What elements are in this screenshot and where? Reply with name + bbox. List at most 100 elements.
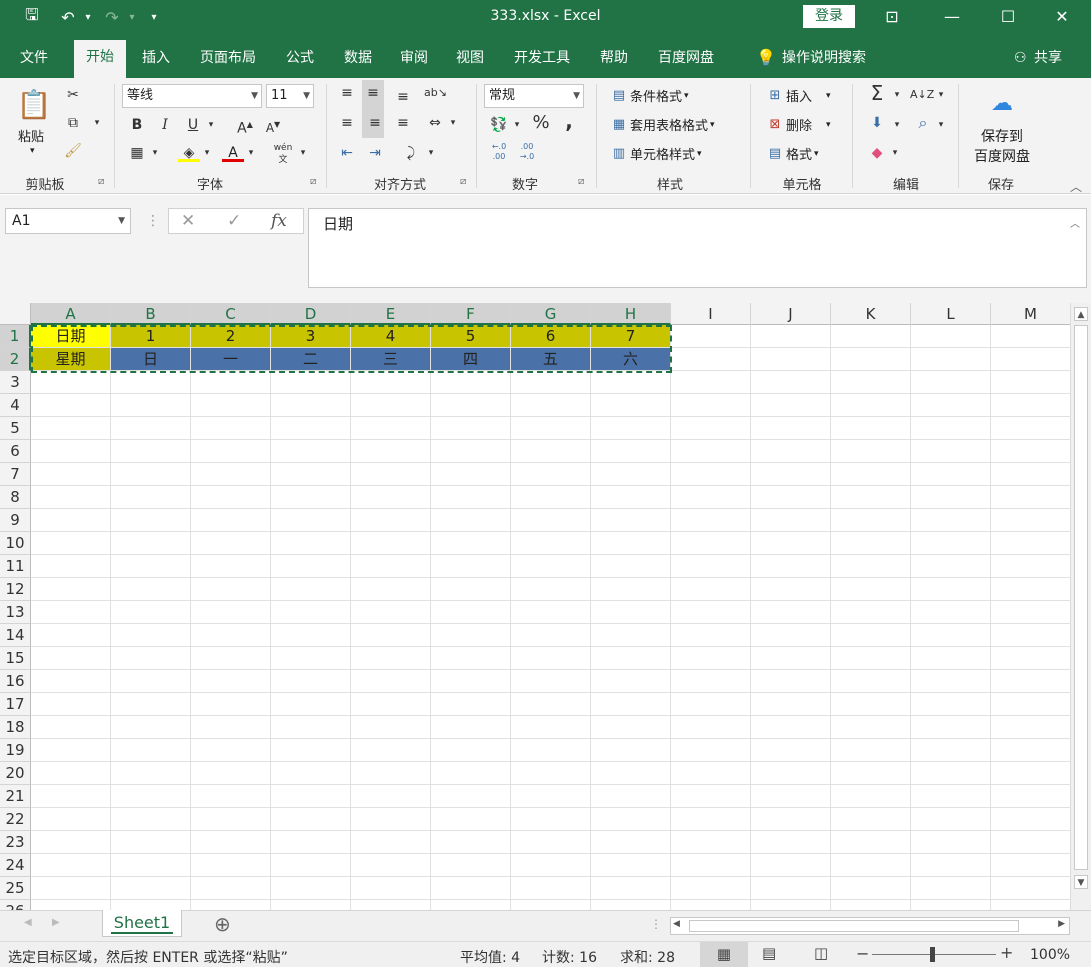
column-header-i[interactable]: I — [671, 303, 751, 325]
number-format-combo[interactable]: 常规 ▼ — [484, 84, 584, 108]
conditional-formatting-button[interactable]: ▤ 条件格式 ▾ — [608, 86, 689, 105]
collapse-ribbon-icon[interactable]: ︿ — [1070, 178, 1082, 195]
tab-formulas[interactable]: 公式 — [278, 44, 322, 78]
tab-home[interactable]: 开始 — [74, 40, 126, 78]
row-header-9[interactable]: 9 — [0, 509, 31, 532]
column-header-m[interactable]: M — [991, 303, 1070, 325]
drag-handle-icon[interactable]: ⋮ — [146, 213, 160, 229]
underline-dropdown-icon[interactable]: ▾ — [204, 114, 218, 136]
row-header-26[interactable]: 26 — [0, 900, 31, 910]
borders-icon[interactable]: ▦ — [126, 142, 148, 164]
status-count[interactable]: 计数: 16 — [542, 947, 597, 967]
normal-view-icon[interactable]: ▦ — [700, 942, 748, 967]
row-header-17[interactable]: 17 — [0, 693, 31, 716]
tab-developer[interactable]: 开发工具 — [506, 44, 578, 78]
formula-input[interactable]: 日期 — [308, 208, 1087, 288]
tab-split-handle-icon[interactable]: ⋮ — [650, 917, 662, 931]
row-header-3[interactable]: 3 — [0, 371, 31, 394]
worksheet-grid[interactable]: A B C D E F G H I J K L M 1 2 3 4 5 6 7 8 9 10 11 12 13 14 15 16 17 18… — [0, 303, 1070, 910]
font-color-dropdown-icon[interactable]: ▾ — [244, 142, 258, 164]
status-sum[interactable]: 求和: 28 — [620, 947, 675, 967]
row-header-2[interactable]: 2 — [0, 348, 31, 371]
ribbon-display-options-icon[interactable]: ⊡ — [872, 4, 912, 30]
accounting-format-icon[interactable]: 💱 — [488, 114, 510, 136]
cell-a2[interactable]: 星期 — [31, 348, 110, 370]
row-header-8[interactable]: 8 — [0, 486, 31, 509]
cut-icon[interactable]: ✂ — [62, 84, 84, 106]
increase-indent-icon[interactable]: ⇥ — [364, 142, 386, 164]
shrink-font-button[interactable]: A▼ — [262, 114, 284, 136]
row-header-14[interactable]: 14 — [0, 624, 31, 647]
cell-g2[interactable]: 五 — [511, 348, 590, 370]
row-header-20[interactable]: 20 — [0, 762, 31, 785]
clear-icon[interactable]: ◆ — [866, 142, 888, 164]
row-header-21[interactable]: 21 — [0, 785, 31, 808]
scroll-right-icon[interactable]: ▶ — [1058, 919, 1065, 929]
tab-insert[interactable]: 插入 — [134, 44, 178, 78]
column-header-e[interactable]: E — [351, 303, 431, 325]
column-header-g[interactable]: G — [511, 303, 591, 325]
tab-page-layout[interactable]: 页面布局 — [192, 44, 264, 78]
scroll-down-icon[interactable]: ▼ — [1074, 875, 1088, 889]
font-name-combo[interactable]: 等线 ▼ — [122, 84, 262, 108]
add-sheet-icon[interactable]: ⊕ — [214, 912, 231, 936]
zoom-in-icon[interactable]: + — [1000, 943, 1013, 962]
fill-color-icon[interactable]: ◈ — [178, 142, 200, 162]
paste-dropdown-icon[interactable]: ▾ — [30, 146, 35, 156]
column-header-k[interactable]: K — [831, 303, 911, 325]
column-header-b[interactable]: B — [111, 303, 191, 325]
fill-color-dropdown-icon[interactable]: ▾ — [200, 142, 214, 164]
zoom-level[interactable]: 100% — [1030, 947, 1070, 963]
minimize-button[interactable]: — — [932, 4, 972, 30]
cell-styles-button[interactable]: ▥ 单元格样式 ▾ — [608, 144, 702, 163]
align-top-icon[interactable]: ≡ — [336, 82, 358, 104]
align-center-icon[interactable]: ≡ — [364, 112, 386, 134]
cell-b2[interactable]: 日 — [111, 348, 190, 370]
fill-icon[interactable]: ⬇ — [866, 112, 888, 134]
scroll-left-icon[interactable]: ◀ — [673, 919, 680, 929]
borders-dropdown-icon[interactable]: ▾ — [148, 142, 162, 164]
cell-d2[interactable]: 二 — [271, 348, 350, 370]
cancel-icon[interactable]: ✕ — [181, 211, 195, 231]
tab-view[interactable]: 视图 — [448, 44, 492, 78]
accounting-dropdown-icon[interactable]: ▾ — [510, 114, 524, 136]
zoom-slider-handle[interactable] — [930, 947, 935, 962]
autosum-dropdown-icon[interactable]: ▾ — [890, 84, 904, 106]
cell-c1[interactable]: 2 — [191, 325, 270, 347]
horizontal-scrollbar[interactable]: ◀ ▶ — [670, 917, 1070, 935]
row-header-10[interactable]: 10 — [0, 532, 31, 555]
cell-a1[interactable]: 日期 — [31, 325, 110, 347]
delete-cells-button[interactable]: ⊠ 删除 ▾ — [764, 115, 831, 134]
format-as-table-button[interactable]: ▦ 套用表格格式 ▾ — [608, 115, 715, 134]
column-header-d[interactable]: D — [271, 303, 351, 325]
italic-button[interactable]: I — [154, 114, 176, 136]
row-header-16[interactable]: 16 — [0, 670, 31, 693]
tab-data[interactable]: 数据 — [336, 44, 380, 78]
bold-button[interactable]: B — [126, 114, 148, 136]
copy-icon[interactable]: ⧉ — [62, 112, 84, 134]
wrap-text-dropdown-icon[interactable]: ▾ — [424, 142, 438, 164]
alignment-launcher-icon[interactable]: ⧄ — [460, 176, 466, 187]
clipboard-launcher-icon[interactable]: ⧄ — [98, 176, 104, 187]
align-right-icon[interactable]: ≡ — [392, 112, 414, 134]
fill-dropdown-icon[interactable]: ▾ — [890, 114, 904, 136]
insert-function-icon[interactable]: fx — [271, 211, 287, 231]
merge-dropdown-icon[interactable]: ▾ — [446, 112, 460, 134]
save-to-label[interactable]: 保存到 — [972, 126, 1032, 146]
column-header-h[interactable]: H — [591, 303, 671, 325]
cell-d1[interactable]: 3 — [271, 325, 350, 347]
decrease-indent-icon[interactable]: ⇤ — [336, 142, 358, 164]
login-button[interactable]: 登录 — [803, 5, 855, 28]
cell-f1[interactable]: 5 — [431, 325, 510, 347]
cell-f2[interactable]: 四 — [431, 348, 510, 370]
cell-e2[interactable]: 三 — [351, 348, 430, 370]
find-select-icon[interactable]: ⌕ — [912, 112, 934, 134]
tab-help[interactable]: 帮助 — [592, 44, 636, 78]
scroll-up-icon[interactable]: ▲ — [1074, 307, 1088, 321]
row-header-5[interactable]: 5 — [0, 417, 31, 440]
share-button[interactable]: 共享 — [1026, 44, 1070, 78]
find-select-dropdown-icon[interactable]: ▾ — [934, 114, 948, 136]
orientation-icon[interactable]: ab↘ — [424, 82, 447, 104]
sheet-tab-sheet1[interactable]: Sheet1 — [102, 910, 182, 937]
baidu-netdisk-icon[interactable]: ☁ — [986, 88, 1018, 118]
